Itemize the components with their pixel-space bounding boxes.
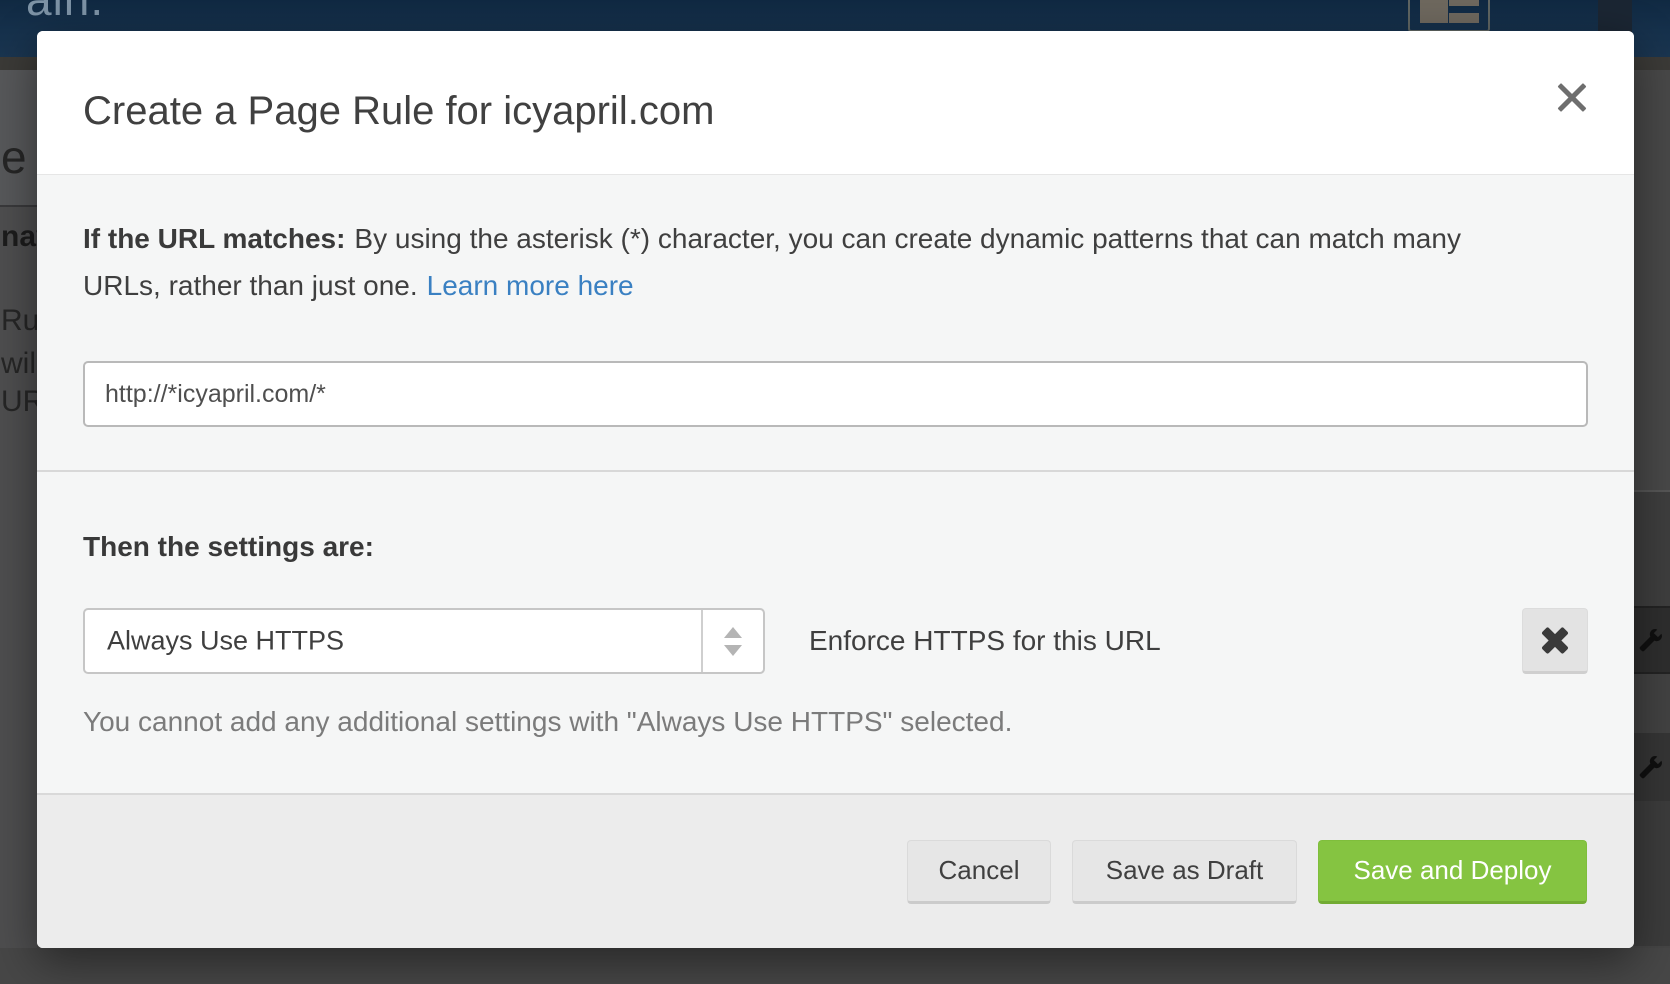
learn-more-link[interactable]: Learn more here (427, 270, 634, 301)
save-and-deploy-button[interactable]: Save and Deploy (1318, 840, 1587, 904)
background-edit-rule-row (1634, 606, 1670, 674)
wrench-icon (1638, 627, 1664, 653)
setting-description: Enforce HTTPS for this URL (809, 625, 1161, 657)
background-text-fragment: will (1, 347, 37, 381)
up-down-arrows-icon (701, 610, 763, 672)
background-left-content: e nav Ru will UR (0, 70, 37, 948)
setting-note: You cannot add any additional settings w… (83, 702, 1588, 742)
settings-heading: Then the settings are: (83, 530, 1588, 564)
background-rules-list-edge (1634, 70, 1670, 948)
layout-toggle-icon (1408, 0, 1490, 32)
settings-section: Then the settings are: Always Use HTTPS … (37, 472, 1634, 793)
modal-header: Create a Page Rule for icyapril.com (37, 31, 1634, 175)
background-edit-rule-row (1634, 733, 1670, 801)
background-text-fragment: nav (1, 220, 37, 254)
remove-setting-button[interactable] (1522, 608, 1588, 674)
background-heading-fragment: ain. (26, 0, 104, 26)
setting-select-value: Always Use HTTPS (107, 626, 344, 657)
url-pattern-input[interactable] (83, 361, 1588, 427)
create-page-rule-modal: Create a Page Rule for icyapril.com If t… (37, 31, 1634, 948)
setting-select[interactable]: Always Use HTTPS (83, 608, 765, 674)
setting-row: Always Use HTTPS Enforce HTTPS for this … (83, 608, 1588, 674)
modal-footer: Cancel Save as Draft Save and Deploy (37, 793, 1634, 948)
close-icon[interactable] (1552, 78, 1592, 118)
url-match-label: If the URL matches: (83, 223, 345, 254)
cancel-button[interactable]: Cancel (907, 840, 1051, 904)
wrench-icon (1638, 754, 1664, 780)
url-match-section: If the URL matches:By using the asterisk… (37, 175, 1634, 470)
save-as-draft-button[interactable]: Save as Draft (1072, 840, 1297, 904)
background-text-fragment: Ru (1, 304, 37, 338)
url-match-description: If the URL matches:By using the asterisk… (83, 215, 1533, 309)
background-text-fragment: e (1, 130, 27, 184)
modal-title: Create a Page Rule for icyapril.com (83, 87, 714, 135)
background-text-fragment: UR (1, 385, 37, 419)
page-rules-screen: { "background": { "top_text": "ain.", "l… (0, 0, 1670, 984)
